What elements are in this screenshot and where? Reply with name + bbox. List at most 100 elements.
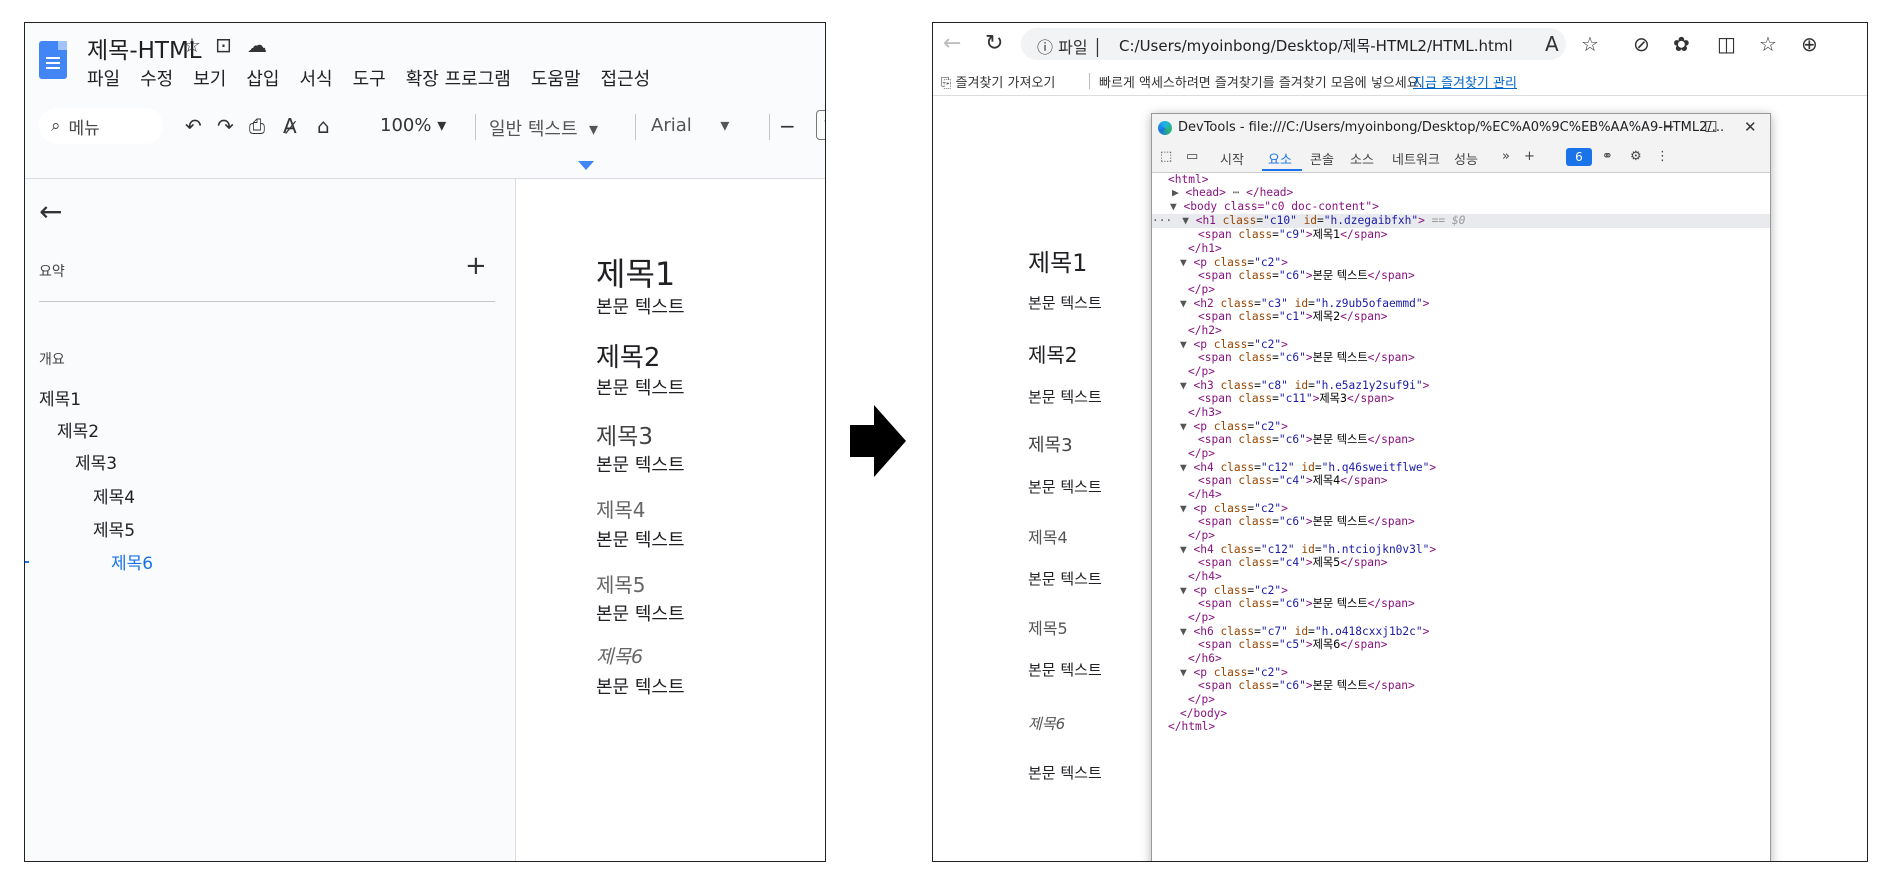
import-favorites-button[interactable]: ⎘ 즐겨찾기 가져오기 xyxy=(941,72,1055,91)
zoom-select[interactable]: 100% ▾ xyxy=(380,115,446,136)
doc-heading-4[interactable]: 제목4 xyxy=(596,494,646,523)
code-line[interactable]: <span class="c1">제목2</span> xyxy=(1152,310,1770,324)
add-summary-icon[interactable]: + xyxy=(465,251,487,281)
outline-item-heading1[interactable]: 제목1 xyxy=(39,385,81,410)
settings-gear-icon[interactable]: ⚙ xyxy=(1630,149,1642,164)
code-line[interactable]: <span class="c5">제목6</span> xyxy=(1152,638,1770,652)
back-icon[interactable]: ← xyxy=(943,31,961,56)
outline-item-heading3[interactable]: 제목3 xyxy=(75,449,117,474)
more-tabs-icon[interactable]: » xyxy=(1502,149,1510,164)
code-line[interactable]: </p> xyxy=(1152,693,1770,707)
site-info[interactable]: ⓘ 파일 │ xyxy=(1037,34,1102,58)
code-line[interactable]: </h4> xyxy=(1152,488,1770,502)
collections-icon[interactable]: ⊕ xyxy=(1801,32,1818,56)
menu-extensions[interactable]: 확장 프로그램 xyxy=(406,65,511,91)
doc-heading-2[interactable]: 제목2 xyxy=(596,337,660,374)
spellcheck-icon[interactable]: A̷ xyxy=(283,114,297,138)
undo-icon[interactable]: ↶ xyxy=(185,114,202,138)
move-folder-icon[interactable]: ⊡ xyxy=(215,33,232,57)
code-line[interactable]: ▼ <p class="c2"> xyxy=(1152,584,1770,598)
favorite-star-icon[interactable]: ☆ xyxy=(1581,32,1599,56)
code-line[interactable]: <span class="c6">본문 텍스트</span> xyxy=(1152,597,1770,611)
code-line[interactable]: ▼ <h6 class="c7" id="h.o418cxxj1b2c"> xyxy=(1152,625,1770,639)
code-line[interactable]: </p> xyxy=(1152,611,1770,625)
star-icon[interactable]: ☆ xyxy=(183,33,201,57)
code-line[interactable]: <span class="c6">본문 텍스트</span> xyxy=(1152,351,1770,365)
tab-elements[interactable]: 요소 xyxy=(1268,149,1292,168)
close-icon[interactable]: ✕ xyxy=(1744,118,1757,136)
code-line[interactable]: ▼ <p class="c2"> xyxy=(1152,502,1770,516)
doc-body-text[interactable]: 본문 텍스트 xyxy=(596,374,685,400)
code-line[interactable]: <html> xyxy=(1152,173,1770,187)
code-line[interactable]: </h3> xyxy=(1152,406,1770,420)
code-line[interactable]: ▶ <head> ⋯ </head> xyxy=(1152,186,1770,200)
outline-item-heading4[interactable]: 제목4 xyxy=(93,483,135,508)
minimize-icon[interactable]: ─ xyxy=(1664,118,1673,136)
code-line[interactable]: ▼ <p class="c2"> xyxy=(1152,666,1770,680)
doc-heading-1[interactable]: 제목1 xyxy=(596,249,675,295)
split-screen-icon[interactable]: ◫ xyxy=(1717,32,1736,56)
menu-view[interactable]: 보기 xyxy=(193,65,226,91)
menu-format[interactable]: 서식 xyxy=(300,65,333,91)
code-line[interactable]: ▼ <h4 class="c12" id="h.q46sweitflwe"> xyxy=(1152,461,1770,475)
doc-body-text[interactable]: 본문 텍스트 xyxy=(596,673,685,699)
refresh-icon[interactable]: ↻ xyxy=(985,31,1003,56)
code-line[interactable]: </body> xyxy=(1152,707,1770,721)
favorites-icon[interactable]: ☆ xyxy=(1759,32,1777,56)
code-line[interactable]: <span class="c6">본문 텍스트</span> xyxy=(1152,679,1770,693)
outline-item-heading6[interactable]: 제목6 xyxy=(111,549,153,574)
menu-file[interactable]: 파일 xyxy=(87,65,120,91)
tab-welcome[interactable]: 시작 xyxy=(1220,149,1244,168)
document-page[interactable]: 제목1 본문 텍스트 제목2 본문 텍스트 제목3 본문 텍스트 제목4 본문 … xyxy=(516,179,825,861)
code-line[interactable]: ▼ <p class="c2"> xyxy=(1152,338,1770,352)
redo-icon[interactable]: ↷ xyxy=(217,114,234,138)
menu-search[interactable]: ⌕ 메뉴 xyxy=(39,108,163,144)
doc-body-text[interactable]: 본문 텍스트 xyxy=(596,451,685,477)
code-line[interactable]: </h6> xyxy=(1152,652,1770,666)
code-line[interactable]: ▼ <h3 class="c8" id="h.e5az1y2suf9i"> xyxy=(1152,379,1770,393)
doc-body-text[interactable]: 본문 텍스트 xyxy=(596,600,685,626)
font-size-input[interactable]: 11 xyxy=(816,110,825,140)
menu-edit[interactable]: 수정 xyxy=(140,65,173,91)
device-toolbar-icon[interactable]: ▭ xyxy=(1186,149,1198,164)
code-line[interactable]: <span class="c11">제목3</span> xyxy=(1152,392,1770,406)
font-select[interactable]: Arial ▾ xyxy=(651,115,729,136)
code-line[interactable]: ▼ <h4 class="c12" id="h.ntciojkn0v3l"> xyxy=(1152,543,1770,557)
menu-accessibility[interactable]: 접근성 xyxy=(601,65,651,91)
elements-tree[interactable]: <html> ▶ <head> ⋯ </head> ▼ <body class=… xyxy=(1152,173,1770,861)
manage-favorites-link[interactable]: 지금 즐겨찾기 관리 xyxy=(1413,72,1517,91)
code-line[interactable]: </p> xyxy=(1152,529,1770,543)
doc-heading-3[interactable]: 제목3 xyxy=(596,417,653,451)
inspect-icon[interactable]: ⬚ xyxy=(1160,149,1172,164)
code-line[interactable]: <span class="c6">본문 텍스트</span> xyxy=(1152,515,1770,529)
code-line[interactable]: ▼ <p class="c2"> xyxy=(1152,256,1770,270)
code-line[interactable]: </p> xyxy=(1152,283,1770,297)
decrease-font-size-icon[interactable]: − xyxy=(779,114,796,138)
code-line[interactable]: </html> xyxy=(1152,720,1770,734)
menu-insert[interactable]: 삽입 xyxy=(246,65,279,91)
ruler-indent-marker[interactable] xyxy=(578,161,594,170)
doc-heading-5[interactable]: 제목5 xyxy=(596,569,646,598)
code-line[interactable]: <span class="c4">제목4</span> xyxy=(1152,474,1770,488)
code-line[interactable]: ▼ <body class="c0 doc-content"> xyxy=(1152,200,1770,214)
back-arrow-icon[interactable]: ← xyxy=(39,195,62,228)
outline-item-heading2[interactable]: 제목2 xyxy=(57,417,99,442)
code-line[interactable]: <span class="c6">본문 텍스트</span> xyxy=(1152,269,1770,283)
code-line[interactable]: <span class="c4">제목5</span> xyxy=(1152,556,1770,570)
code-line[interactable]: </h2> xyxy=(1152,324,1770,338)
code-line[interactable]: </p> xyxy=(1152,447,1770,461)
code-line[interactable]: ▼ <p class="c2"> xyxy=(1152,420,1770,434)
tab-performance[interactable]: 성능 xyxy=(1454,149,1478,168)
tab-sources[interactable]: 소스 xyxy=(1350,149,1374,168)
code-line-selected[interactable]: ··· ▼ <h1 class="c10" id="h.dzegaibfxh"> … xyxy=(1152,214,1770,228)
extension-icon[interactable]: ⊘ xyxy=(1633,32,1650,56)
code-line[interactable]: ▼ <h2 class="c3" id="h.z9ub5ofaemmd"> xyxy=(1152,297,1770,311)
more-options-icon[interactable]: ⋮ xyxy=(1656,149,1669,164)
code-line[interactable]: </p> xyxy=(1152,365,1770,379)
code-line[interactable]: <span class="c6">본문 텍스트</span> xyxy=(1152,433,1770,447)
code-line[interactable]: </h4> xyxy=(1152,570,1770,584)
maximize-icon[interactable]: ☐ xyxy=(1704,118,1717,136)
doc-heading-6[interactable]: 제목6 xyxy=(596,642,643,669)
menu-tools[interactable]: 도구 xyxy=(353,65,386,91)
url-text[interactable]: C:/Users/myoinbong/Desktop/제목-HTML2/HTML… xyxy=(1119,35,1513,56)
